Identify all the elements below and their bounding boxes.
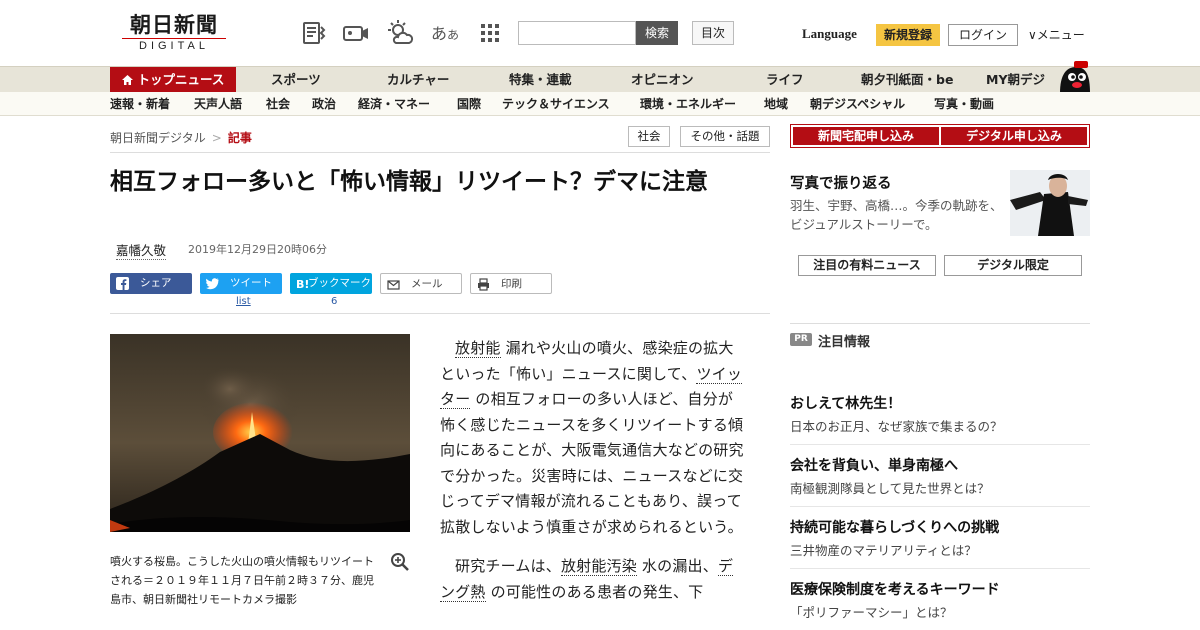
- nav-my-asadigi[interactable]: MY朝デジ: [986, 67, 1045, 93]
- facebook-icon: [116, 277, 129, 290]
- apps-grid-icon[interactable]: [476, 19, 504, 47]
- signup-button[interactable]: 新規登録: [876, 24, 940, 46]
- nav-photo-video[interactable]: 写真・動画: [934, 92, 994, 116]
- nav-opinion[interactable]: オピニオン: [631, 67, 694, 93]
- pr-item-desc[interactable]: 日本のお正月、なぜ家族で集まるの？: [790, 416, 1003, 435]
- primary-nav: トップニュース スポーツ カルチャー 特集・連載 オピニオン ライフ 朝夕刊紙面…: [0, 61, 1200, 93]
- divider: [790, 506, 1090, 507]
- paper-subscribe-button[interactable]: 新聞宅配申し込み: [793, 127, 939, 145]
- nav-life[interactable]: ライフ: [766, 67, 804, 93]
- skater-image: [1010, 170, 1090, 236]
- divider: [110, 152, 770, 153]
- tab-digital-only[interactable]: デジタル限定: [944, 255, 1082, 276]
- search-button[interactable]: 検索: [636, 21, 678, 45]
- nav-top-news[interactable]: トップニュース: [110, 67, 236, 93]
- facebook-share-button[interactable]: シェア: [110, 273, 192, 294]
- mascot-icon: [1060, 61, 1090, 93]
- nav-region[interactable]: 地域: [764, 92, 788, 116]
- pr-item-title[interactable]: 会社を背負い、単身南極へ: [790, 455, 958, 475]
- nav-politics[interactable]: 政治: [312, 92, 336, 116]
- author-link[interactable]: 嘉幡久敬: [116, 240, 167, 260]
- twitter-list-link[interactable]: list: [236, 296, 251, 307]
- toc-button[interactable]: 目次: [692, 21, 734, 45]
- publish-date: 2019年12月29日20時06分: [188, 243, 327, 256]
- zoom-icon[interactable]: [390, 552, 410, 572]
- tag-misc[interactable]: その他・話題: [680, 126, 770, 147]
- article-photo[interactable]: [110, 334, 410, 532]
- site-logo[interactable]: 朝日新聞 DIGITAL: [116, 12, 232, 54]
- paragraph: 放射能 漏れや火山の噴火、感染症の拡大といった「怖い」ニュースに関して、ツイッタ…: [440, 339, 744, 536]
- photo-caption: 噴火する桜島。こうした火山の噴火情報もリツイートされる＝２０１９年１１月７日午前…: [110, 555, 374, 606]
- nav-economy[interactable]: 経済・マネー: [358, 92, 430, 116]
- subscribe-box: 新聞宅配申し込み デジタル申し込み: [790, 124, 1090, 148]
- nav-tech-science[interactable]: テック＆サイエンス: [502, 92, 610, 116]
- photo-story-title[interactable]: 写真で振り返る: [790, 172, 892, 193]
- nav-society[interactable]: 社会: [266, 92, 290, 116]
- printer-icon: [478, 278, 489, 291]
- site-header: 朝日新聞 DIGITAL ああ 検索 目次 Language 新規登録 ログイン…: [0, 0, 1200, 66]
- pr-heading: 注目情報: [818, 335, 871, 350]
- pr-item-desc[interactable]: 「ポリファーマシー」とは？: [790, 602, 953, 621]
- pr-item-desc[interactable]: 三井物産のマテリアリティとは？: [790, 540, 977, 559]
- nav-special[interactable]: 朝デジスペシャル: [810, 92, 905, 116]
- pr-item-desc[interactable]: 南極観測隊員として見た世界とは？: [790, 478, 990, 497]
- home-icon: [121, 75, 133, 85]
- photo-story-thumbnail[interactable]: [1010, 170, 1090, 236]
- breadcrumb-home[interactable]: 朝日新聞デジタル: [110, 131, 206, 145]
- keyword-link[interactable]: 放射能: [455, 339, 501, 358]
- paragraph: 研究チームは、放射能汚染 水の漏出、デング熱 の可能性のある患者の発生、下: [440, 557, 734, 602]
- pr-item-title[interactable]: 医療保険制度を考えるキーワード: [790, 579, 1000, 599]
- weather-icon[interactable]: [386, 19, 414, 47]
- article-body: 放射能 漏れや火山の噴火、感染症の拡大といった「怖い」ニュースに関して、ツイッタ…: [440, 336, 748, 619]
- print-button[interactable]: 印刷: [470, 273, 552, 294]
- hatena-count[interactable]: 6: [331, 296, 337, 307]
- twitter-share-button[interactable]: ツイート: [200, 273, 282, 294]
- tag-society[interactable]: 社会: [628, 126, 670, 147]
- nav-tenseijingo[interactable]: 天声人語: [194, 92, 242, 116]
- volcano-image: [110, 334, 410, 532]
- photo-story-desc[interactable]: 羽生、宇野、高橋…。今季の軌跡を、ビジュアルストーリーで。: [790, 196, 1004, 234]
- article-title: 相互フォロー多いと「怖い情報」リツイート？デマに注意: [110, 169, 708, 195]
- nav-latest[interactable]: 速報・新着: [110, 92, 170, 116]
- newspaper-icon[interactable]: [300, 19, 328, 47]
- nav-environment[interactable]: 環境・エネルギー: [640, 92, 736, 116]
- mail-share-button[interactable]: メール: [380, 273, 462, 294]
- tab-paid-news[interactable]: 注目の有料ニュース: [798, 255, 936, 276]
- divider: [790, 444, 1090, 445]
- pr-badge: PR: [790, 333, 812, 346]
- pr-item-title[interactable]: おしえて林先生！: [790, 393, 901, 413]
- divider: [790, 323, 1090, 324]
- nav-sports[interactable]: スポーツ: [271, 67, 321, 93]
- search-input[interactable]: [518, 21, 636, 45]
- font-size-icon[interactable]: ああ: [431, 20, 459, 44]
- menu-button[interactable]: ∨メニュー: [1028, 26, 1085, 43]
- divider: [110, 313, 770, 314]
- digital-subscribe-button[interactable]: デジタル申し込み: [941, 127, 1087, 145]
- secondary-nav: 速報・新着 天声人語 社会 政治 経済・マネー 国際 テック＆サイエンス 環境・…: [0, 92, 1200, 116]
- divider: [790, 568, 1090, 569]
- nav-features[interactable]: 特集・連載: [509, 67, 572, 93]
- pr-item-title[interactable]: 持続可能な暮らしづくりへの挑戦: [790, 517, 999, 537]
- video-icon[interactable]: [342, 19, 370, 47]
- login-button[interactable]: ログイン: [948, 24, 1018, 46]
- nav-international[interactable]: 国際: [457, 92, 481, 116]
- language-link[interactable]: Language: [802, 26, 857, 42]
- breadcrumb-current: 記事: [227, 131, 252, 145]
- hatena-bookmark-button[interactable]: B! ブックマーク: [290, 273, 372, 294]
- nav-culture[interactable]: カルチャー: [387, 67, 449, 93]
- mail-icon: [387, 280, 400, 290]
- keyword-link[interactable]: 放射能汚染: [560, 557, 637, 576]
- nav-papers[interactable]: 朝夕刊紙面・be: [861, 67, 953, 93]
- twitter-icon: [206, 278, 219, 290]
- breadcrumb: 朝日新聞デジタル > 記事: [110, 131, 252, 145]
